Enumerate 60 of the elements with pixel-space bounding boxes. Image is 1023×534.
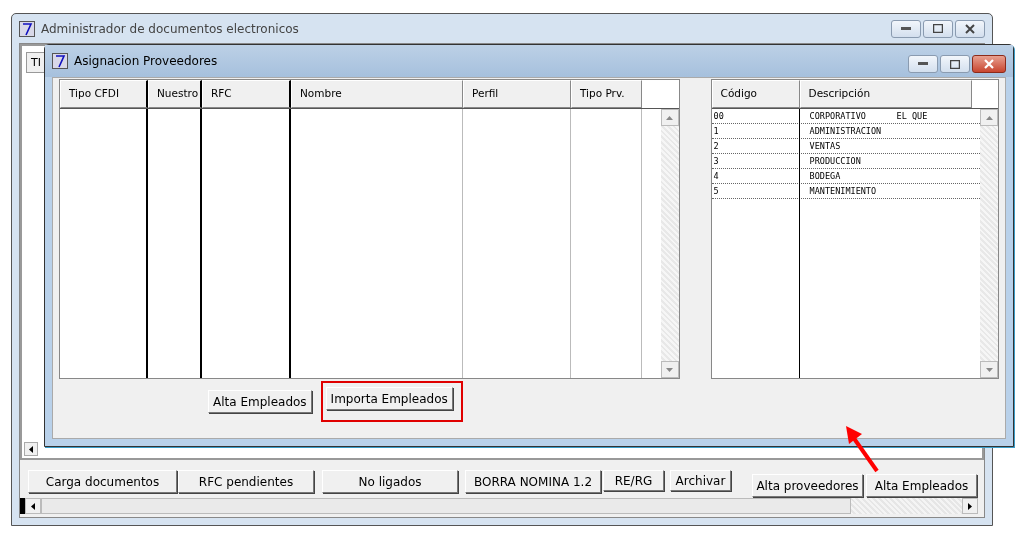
column-header[interactable]: Nombre — [291, 80, 463, 108]
down-arrow-icon[interactable] — [985, 367, 993, 372]
column-header[interactable]: Tipo Prv. — [571, 80, 642, 108]
toolbar-button[interactable]: Archivar — [670, 470, 731, 491]
scroll-left-button[interactable] — [24, 442, 38, 456]
table-cell-text: 5 — [712, 185, 720, 198]
maximize-icon — [933, 24, 943, 33]
table-cell-text: PRODUCCION — [808, 155, 862, 168]
import-button[interactable]: Importa Empleados — [325, 387, 453, 410]
minimize-button[interactable] — [891, 19, 921, 38]
app-icon — [19, 20, 35, 37]
minimize-icon — [901, 26, 911, 31]
dialog-title: Asignacion Proveedores — [74, 54, 218, 68]
minimize-icon — [918, 62, 928, 66]
close-icon — [965, 23, 975, 34]
app-icon — [52, 53, 68, 69]
table-cell-text: 4 — [712, 170, 720, 183]
vertical-scrollbar[interactable] — [980, 109, 998, 378]
toolbar-button[interactable]: Alta proveedores — [752, 474, 863, 497]
close-button[interactable] — [972, 55, 1006, 73]
maximize-button[interactable] — [923, 19, 953, 38]
left-arrow-icon[interactable] — [31, 502, 35, 510]
column-header[interactable]: RFC — [202, 80, 291, 108]
table-cell-text: BODEGA — [808, 170, 842, 183]
down-arrow-icon[interactable] — [666, 367, 674, 372]
table-cell-text: VENTAS — [808, 140, 842, 153]
maximize-button[interactable] — [940, 55, 970, 73]
table-cell-text: 3 — [712, 155, 720, 168]
column-header: TI — [26, 52, 46, 73]
vertical-scrollbar[interactable] — [660, 109, 679, 378]
column-header[interactable]: Código — [711, 80, 800, 108]
minimize-button[interactable] — [908, 55, 938, 73]
left-arrow-icon — [29, 445, 33, 453]
close-icon — [984, 59, 994, 69]
toolbar-button[interactable]: RFC pendientes — [178, 470, 314, 493]
up-arrow-icon[interactable] — [985, 115, 993, 120]
maximize-icon — [950, 59, 960, 69]
table-cell-text: 00 — [712, 110, 725, 123]
toolbar-button[interactable]: No ligados — [322, 470, 458, 493]
window-title: Administrador de documentos electronicos — [41, 21, 299, 36]
column-header[interactable]: Tipo CFDI — [60, 80, 148, 108]
table-cell-text: MANTENIMIENTO — [808, 185, 878, 198]
add-button[interactable]: Alta Empleados — [208, 390, 312, 413]
column-header[interactable]: Perfil — [463, 80, 571, 108]
horizontal-scrollbar[interactable] — [20, 498, 978, 514]
up-arrow-icon[interactable] — [666, 115, 674, 120]
right-arrow-icon[interactable] — [968, 502, 972, 510]
annotation-arrow — [846, 426, 879, 473]
table-cell-text: 2 — [712, 140, 720, 153]
toolbar-button[interactable]: Carga documentos — [28, 470, 177, 493]
toolbar-button[interactable]: RE/RG — [603, 470, 664, 491]
toolbar-button[interactable]: Alta Empleados — [866, 474, 977, 497]
column-header[interactable]: Descripción — [799, 80, 972, 108]
status-marker — [20, 498, 25, 514]
toolbar-button[interactable]: BORRA NOMINA 1.2 — [465, 470, 601, 493]
table-cell-text: CORPORATIVO EL QUE — [808, 110, 929, 123]
close-button[interactable] — [955, 19, 985, 38]
table-cell-text: ADMINISTRACION — [808, 125, 883, 138]
column-header[interactable]: Nuestro — [148, 80, 202, 108]
table-cell-text: 1 — [712, 125, 720, 138]
